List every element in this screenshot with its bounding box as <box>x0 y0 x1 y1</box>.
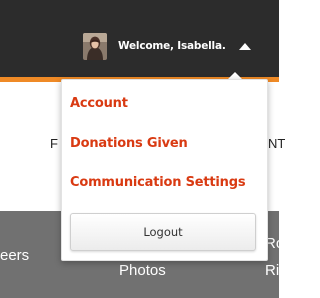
menu-item-communication-settings[interactable]: Communication Settings <box>70 175 246 190</box>
user-dropdown-menu: Account Donations Given Communication Se… <box>61 79 268 261</box>
user-menu-toggle[interactable]: Welcome, Isabella. <box>83 29 273 63</box>
avatar <box>83 32 107 60</box>
menu-item-donations-given[interactable]: Donations Given <box>70 136 188 151</box>
logout-button[interactable]: Logout <box>70 213 256 251</box>
nav-link-fragment-right: NT <box>268 136 286 151</box>
nav-link-fragment-left: F <box>50 136 58 151</box>
band-link-volunteers[interactable]: eers <box>0 247 29 264</box>
caret-up-icon[interactable] <box>238 42 251 50</box>
menu-item-account[interactable]: Account <box>70 96 128 111</box>
band-link-right-bottom[interactable]: Ri <box>265 262 279 279</box>
welcome-message: Welcome, Isabella. <box>118 40 226 52</box>
band-link-photos[interactable]: Photos <box>119 262 166 279</box>
user-avatar-photo-icon <box>83 32 107 60</box>
